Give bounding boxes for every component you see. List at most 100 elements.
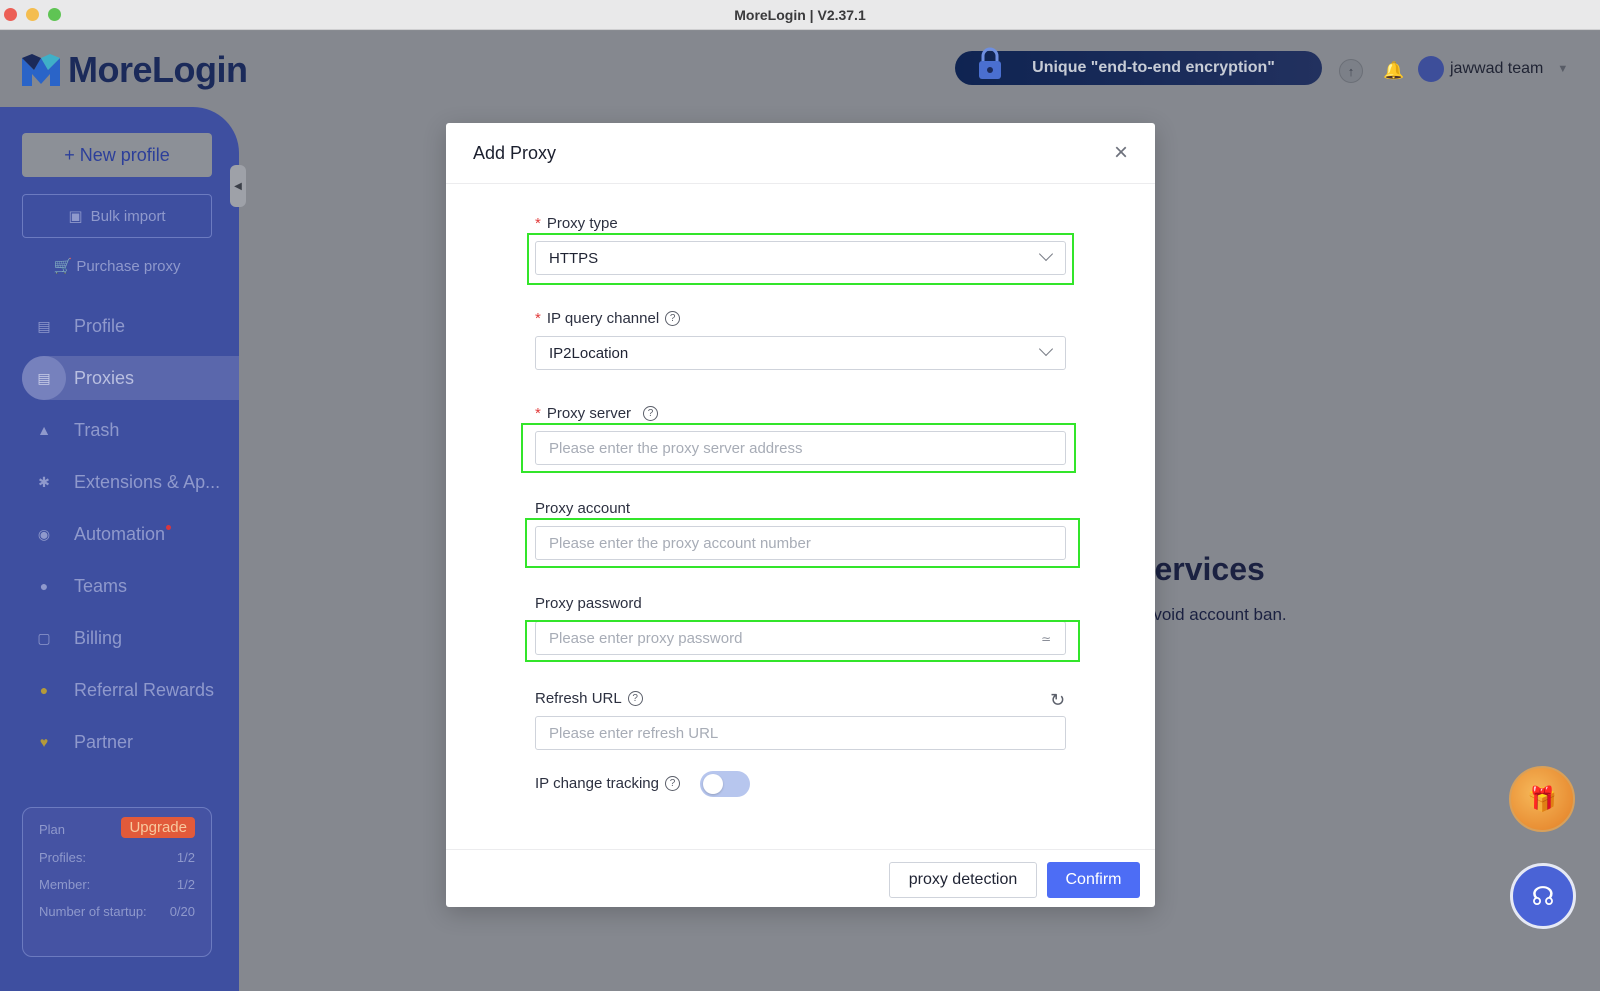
ip-query-label: * IP query channel ?: [535, 310, 681, 327]
app-logo: MoreLogin: [20, 49, 248, 91]
member-label: Member:: [39, 877, 91, 892]
bell-icon[interactable]: 🔔: [1382, 59, 1406, 83]
sidebar-item-automation[interactable]: ◉ Automation: [22, 512, 239, 556]
user-name: jawwad team: [1450, 60, 1544, 77]
confirm-button[interactable]: Confirm: [1047, 862, 1140, 898]
morelogin-logo-icon: [22, 54, 60, 86]
close-icon[interactable]: ×: [1109, 141, 1133, 165]
heart-icon: ♥: [39, 734, 49, 750]
chevron-down-icon: [1038, 246, 1054, 262]
sidebar-item-trash[interactable]: ▲ Trash: [22, 408, 239, 452]
profiles-value: 1/2: [176, 850, 195, 865]
proxy-password-placeholder: Please enter proxy password: [549, 629, 743, 647]
sidebar-item-label: Teams: [74, 575, 128, 596]
window-titlebar: MoreLogin | V2.37.1: [0, 0, 1600, 30]
purchase-proxy-link[interactable]: 🛒 Purchase proxy: [22, 257, 212, 275]
sidebar-item-label: Automation: [74, 523, 166, 544]
sidebar-item-teams[interactable]: ● Teams: [22, 564, 239, 608]
upload-icon[interactable]: ↑: [1339, 59, 1363, 83]
bulk-import-button[interactable]: ▣ Bulk import: [22, 194, 212, 238]
refresh-url-placeholder: Please enter refresh URL: [549, 724, 719, 742]
dialog-header: Add Proxy ×: [446, 123, 1155, 184]
proxy-account-label-text: Proxy account: [535, 500, 631, 517]
sidebar-item-proxies[interactable]: ▤ Proxies: [22, 356, 239, 400]
refresh-icon[interactable]: ↻: [1050, 690, 1065, 711]
dialog-footer: proxy detection Confirm: [446, 849, 1155, 907]
proxy-server-label: * Proxy server ?: [535, 405, 659, 422]
robot-icon: ◉: [37, 525, 51, 542]
ip-query-value: IP2Location: [549, 344, 629, 362]
ip-change-tracking-label-text: IP change tracking: [535, 775, 659, 792]
required-marker: *: [535, 310, 541, 327]
proxy-account-label: Proxy account: [535, 500, 630, 517]
gift-button[interactable]: 🎁: [1509, 766, 1575, 832]
sidebar-item-label: Partner: [74, 731, 134, 752]
sidebar-item-profile[interactable]: ▤ Profile: [22, 304, 239, 348]
sidebar-nav: ▤ Profile ▤ Proxies ▲ Trash ✱ Extensions…: [22, 304, 239, 772]
startup-value: 0/20: [169, 904, 195, 919]
startup-label: Number of startup:: [39, 904, 147, 919]
chevron-down-icon: [1038, 341, 1054, 357]
proxy-server-label-text: Proxy server: [546, 405, 632, 422]
logo-text: MoreLogin: [68, 49, 248, 90]
sidebar-collapse-handle[interactable]: ◀: [230, 165, 246, 207]
import-icon: ▣: [68, 208, 83, 225]
refresh-url-label: Refresh URL ?: [535, 690, 643, 707]
window-title: MoreLogin | V2.37.1: [734, 7, 866, 23]
proxies-icon: ▤: [22, 356, 66, 400]
proxy-account-input[interactable]: Please enter the proxy account number: [535, 526, 1066, 560]
new-profile-button[interactable]: + New profile: [22, 133, 212, 177]
ip-change-tracking-toggle[interactable]: [700, 771, 750, 797]
sidebar-item-label: Extensions & Ap...: [74, 471, 221, 492]
proxy-type-label: * Proxy type: [535, 215, 618, 232]
profiles-label: Profiles:: [39, 850, 86, 865]
banner-text: Unique "end-to-end encryption": [1032, 59, 1275, 76]
add-proxy-dialog: Add Proxy × * Proxy type HTTPS * IP quer…: [446, 123, 1155, 907]
proxy-server-input[interactable]: Please enter the proxy server address: [535, 431, 1066, 465]
dialog-title: Add Proxy: [473, 142, 557, 163]
proxy-password-input[interactable]: Please enter proxy password ≃: [535, 621, 1066, 655]
help-icon[interactable]: ?: [665, 311, 681, 326]
member-value: 1/2: [176, 877, 195, 892]
proxy-password-label: Proxy password: [535, 595, 642, 612]
refresh-url-label-text: Refresh URL: [535, 690, 622, 707]
proxy-type-value: HTTPS: [549, 249, 599, 267]
sidebar-item-referral-rewards[interactable]: ● Referral Rewards: [22, 668, 239, 712]
trash-icon: ▲: [37, 422, 51, 438]
sidebar-item-label: Trash: [74, 419, 120, 440]
proxy-detection-button[interactable]: proxy detection: [889, 862, 1037, 898]
help-icon[interactable]: ?: [627, 691, 643, 706]
ip-query-label-text: IP query channel: [546, 310, 660, 327]
notification-dot: [166, 524, 172, 530]
sidebar-item-billing[interactable]: ▢ Billing: [22, 616, 239, 660]
encryption-banner[interactable]: Unique "end-to-end encryption": [955, 47, 1322, 85]
profile-icon: ▤: [37, 317, 51, 334]
help-icon[interactable]: ?: [643, 406, 659, 421]
proxy-type-select[interactable]: HTTPS: [535, 241, 1066, 275]
required-marker: *: [535, 215, 541, 232]
sidebar-item-label: Billing: [74, 627, 123, 648]
required-marker: *: [535, 405, 541, 422]
sidebar-item-extensions[interactable]: ✱ Extensions & Ap...: [22, 460, 239, 504]
chevron-down-icon: ▼: [1557, 63, 1569, 75]
help-icon[interactable]: ?: [664, 776, 680, 791]
coin-icon: ●: [39, 682, 49, 698]
refresh-url-input[interactable]: Please enter refresh URL: [535, 716, 1066, 750]
puzzle-icon: ✱: [38, 473, 50, 490]
bulk-import-label: Bulk import: [90, 207, 166, 225]
cart-icon: 🛒: [53, 258, 73, 275]
avatar: [1418, 56, 1444, 82]
user-menu[interactable]: jawwad team ▼: [1418, 56, 1568, 82]
proxy-type-label-text: Proxy type: [546, 215, 618, 232]
sidebar-item-partner[interactable]: ♥ Partner: [22, 720, 239, 764]
eye-hidden-icon[interactable]: ≃: [1041, 632, 1051, 646]
upgrade-button[interactable]: Upgrade: [121, 817, 195, 838]
wallet-icon: ▢: [37, 629, 51, 646]
support-button[interactable]: ☊: [1510, 863, 1576, 929]
plan-card: Plan Upgrade Profiles: 1/2 Member: 1/2 N…: [22, 807, 212, 957]
proxy-server-placeholder: Please enter the proxy server address: [549, 439, 803, 457]
headset-icon: ☊: [1531, 880, 1555, 911]
gift-icon: 🎁: [1527, 785, 1557, 813]
ip-query-select[interactable]: IP2Location: [535, 336, 1066, 370]
sidebar-item-label: Referral Rewards: [74, 679, 215, 700]
